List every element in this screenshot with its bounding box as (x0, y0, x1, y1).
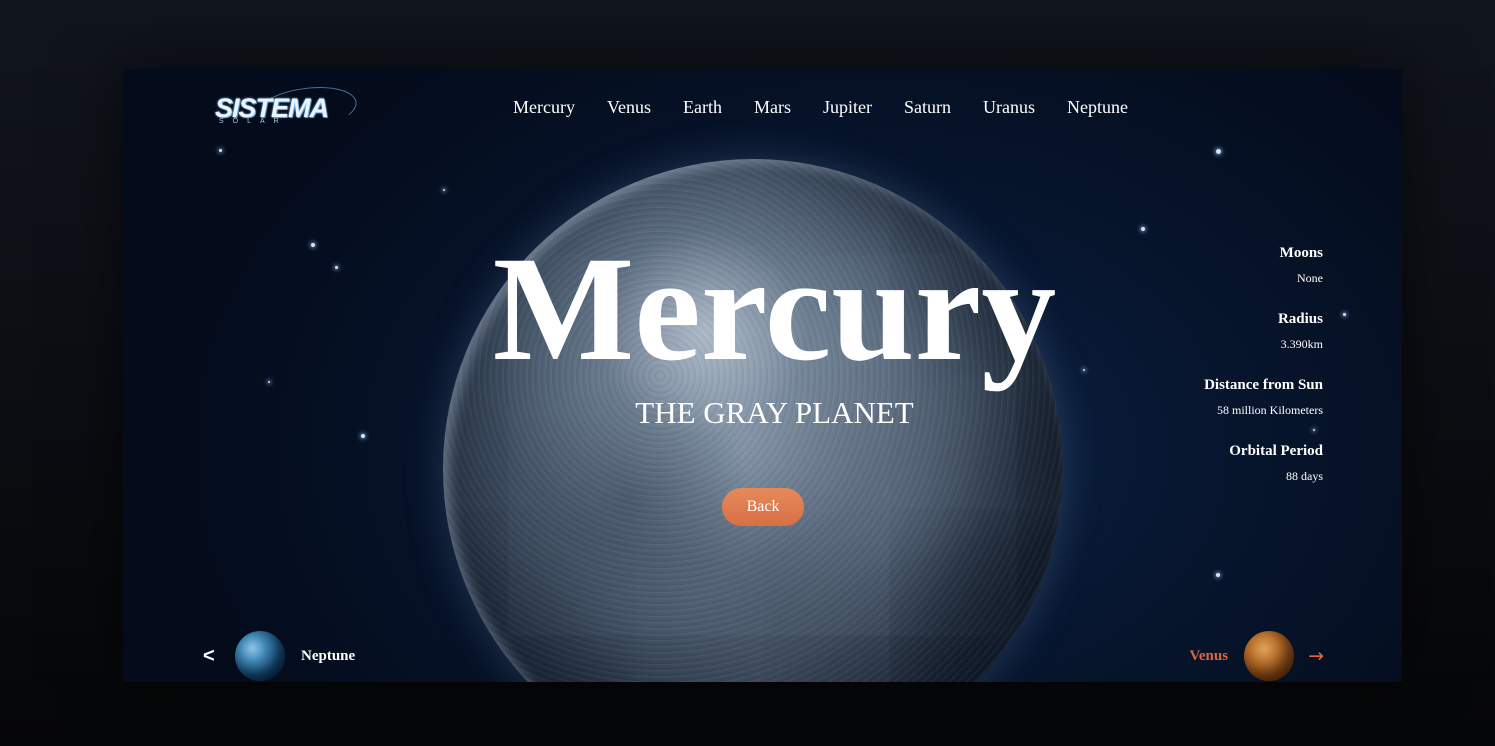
fact-distance: Distance from Sun 58 million Kilometers (1103, 375, 1323, 419)
next-planet-link[interactable]: Venus → (1189, 631, 1324, 681)
nav-item-uranus[interactable]: Uranus (983, 97, 1035, 118)
nav-item-saturn[interactable]: Saturn (904, 97, 951, 118)
fact-value: 58 million Kilometers (1217, 403, 1323, 417)
fact-value: 3.390km (1280, 337, 1323, 351)
fact-radius: Radius 3.390km (1103, 309, 1323, 353)
fact-moons: Moons None (1103, 243, 1323, 287)
logo-sub-text: SOLAR (219, 118, 288, 125)
arrow-right-icon[interactable]: → (1308, 645, 1324, 667)
back-button[interactable]: Back (722, 488, 804, 526)
nav-item-mars[interactable]: Mars (754, 97, 791, 118)
fact-label: Moons (1279, 245, 1323, 261)
logo[interactable]: SISTEMA SOLAR (215, 81, 360, 137)
fact-label: Radius (1277, 311, 1323, 327)
main-nav: Mercury Venus Earth Mars Jupiter Saturn … (513, 97, 1128, 118)
fact-label: Orbital Period (1229, 443, 1323, 459)
prev-planet-link[interactable]: < Neptune (203, 631, 355, 681)
venus-thumbnail[interactable] (1244, 631, 1295, 681)
nav-item-earth[interactable]: Earth (683, 97, 722, 118)
nav-item-venus[interactable]: Venus (607, 97, 651, 118)
nav-item-jupiter[interactable]: Jupiter (823, 97, 872, 118)
fact-orbital-period: Orbital Period 88 days (1103, 441, 1323, 485)
fact-value: None (1297, 271, 1323, 285)
fact-label: Distance from Sun (1204, 377, 1323, 393)
nav-item-mercury[interactable]: Mercury (513, 97, 575, 118)
neptune-thumbnail[interactable] (235, 631, 285, 681)
fact-value: 88 days (1286, 469, 1323, 483)
prev-planet-label[interactable]: Neptune (301, 648, 355, 665)
chevron-left-icon[interactable]: < (203, 645, 227, 668)
planet-facts: Moons None Radius 3.390km Distance from … (1103, 243, 1323, 507)
next-planet-label[interactable]: Venus (1189, 648, 1228, 665)
hero-stage: SISTEMA SOLAR Mercury Venus Earth Mars J… (123, 69, 1402, 682)
nav-item-neptune[interactable]: Neptune (1067, 97, 1128, 118)
